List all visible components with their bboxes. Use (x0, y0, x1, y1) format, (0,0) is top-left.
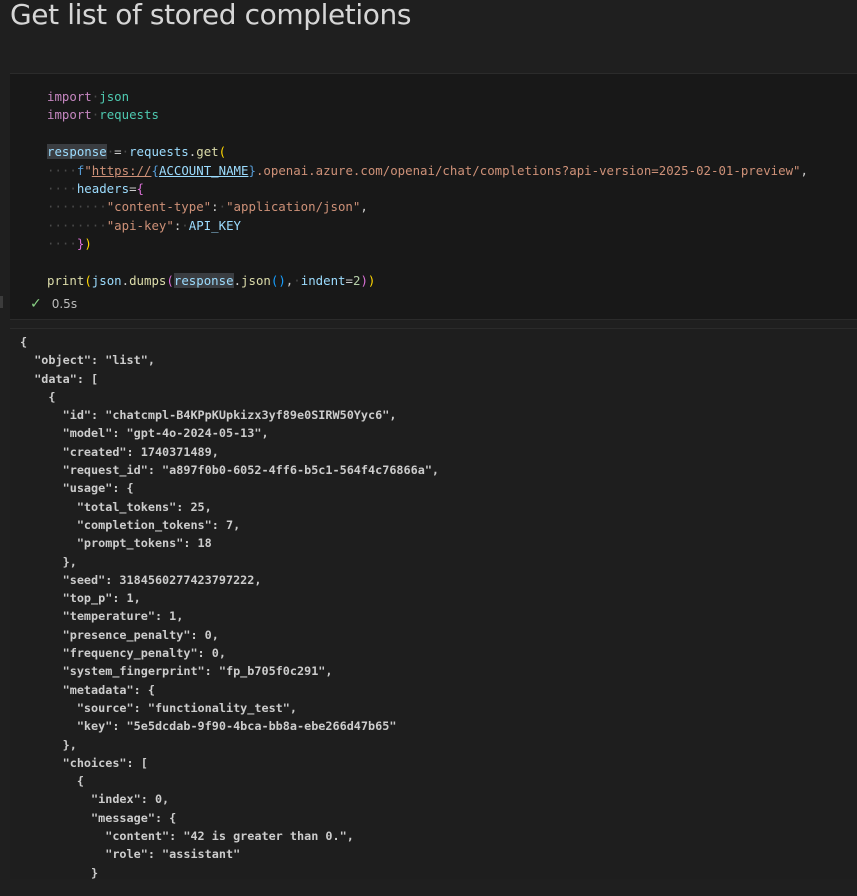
output-text: { "object": "list", "data": [ { "id": "c… (20, 335, 440, 879)
page-title: Get list of stored completions (10, 0, 412, 31)
code-line: import·requests (47, 107, 159, 123)
cell-gutter-marker (0, 296, 3, 308)
execution-status: ✓ 0.5s (30, 296, 77, 312)
execution-duration: 0.5s (51, 297, 78, 311)
code-line: ····headers={ (47, 180, 144, 196)
notebook-page: Get list of stored completions import·js… (0, 0, 857, 896)
code-line: import·json (47, 89, 130, 104)
code-editor[interactable]: import·json import·requests response·=·re… (47, 88, 808, 290)
code-line: ········"api-key":·API_KEY (47, 217, 241, 233)
code-line: response·=·requests.get( (47, 144, 227, 160)
code-line: ····}) (47, 236, 92, 252)
cell-output[interactable]: { "object": "list", "data": [ { "id": "c… (10, 328, 857, 879)
code-line: ········"content-type":·"application/jso… (47, 199, 368, 215)
code-cell[interactable]: import·json import·requests response·=·re… (10, 73, 857, 320)
code-line: print(json.dumps(response.json(),·indent… (47, 272, 376, 288)
check-icon: ✓ (30, 296, 42, 312)
code-line: ····f"https://{ACCOUNT_NAME}.openai.azur… (47, 162, 808, 178)
